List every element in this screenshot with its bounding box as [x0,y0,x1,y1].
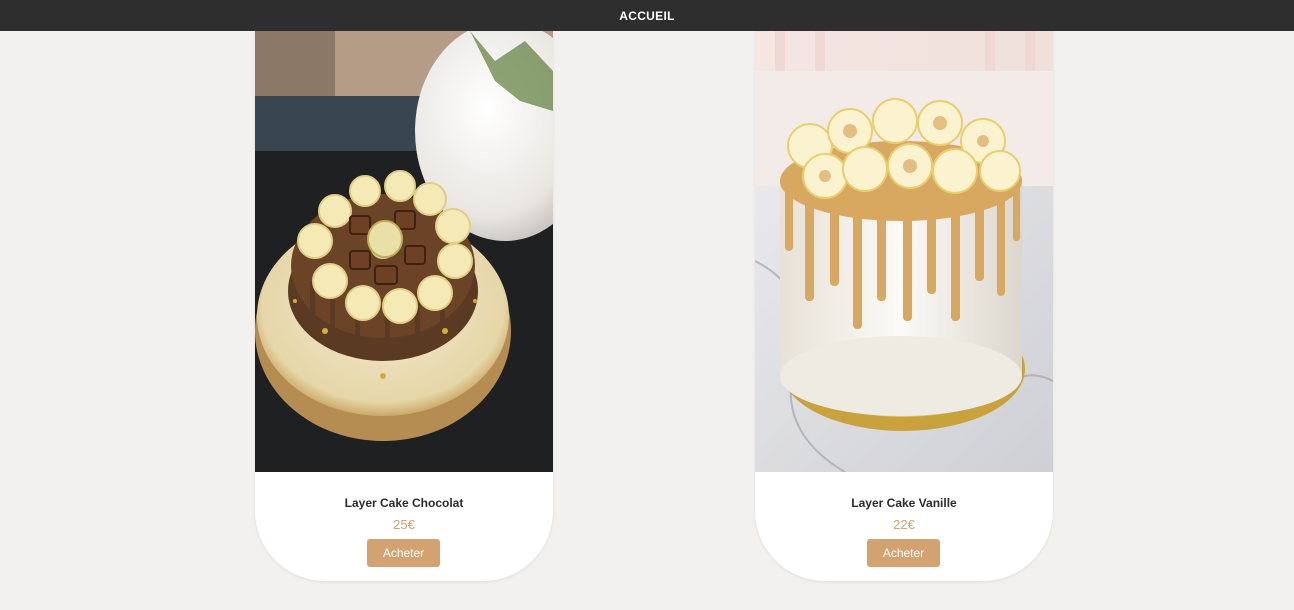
top-navigation-bar: ACCUEIL [0,0,1294,31]
product-image-chocolat[interactable] [255,31,553,472]
product-card-chocolat: Layer Cake Chocolat 25€ Acheter [255,31,553,581]
buy-button[interactable]: Acheter [367,539,440,567]
product-info-chocolat: Layer Cake Chocolat 25€ Acheter [255,472,553,581]
product-image-vanille[interactable] [755,31,1053,472]
product-title: Layer Cake Chocolat [344,496,464,510]
product-title: Layer Cake Vanille [851,496,957,510]
product-price: 22€ [893,517,915,532]
product-price: 25€ [393,517,415,532]
product-card-vanille: Layer Cake Vanille 22€ Acheter [755,31,1053,581]
buy-button[interactable]: Acheter [867,539,940,567]
product-info-vanille: Layer Cake Vanille 22€ Acheter [755,472,1053,581]
nav-link-accueil[interactable]: ACCUEIL [619,9,674,23]
